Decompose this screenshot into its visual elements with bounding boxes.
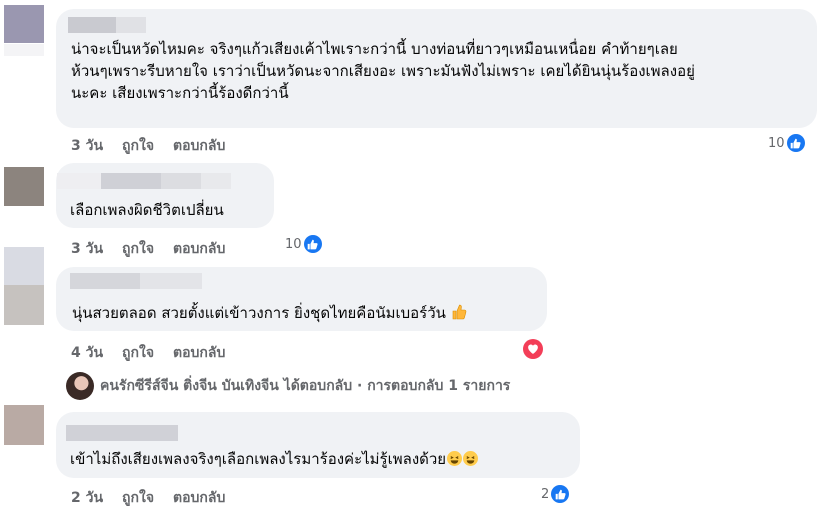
reply-button-4[interactable]: ตอบกลับ bbox=[173, 487, 225, 509]
reaction-count-4: 2 bbox=[541, 486, 550, 502]
laughing-emoji bbox=[463, 451, 479, 466]
laughing-emoji bbox=[447, 451, 463, 466]
comment-time-3[interactable]: 4 วัน bbox=[71, 342, 103, 364]
commenter-name-1[interactable] bbox=[68, 17, 146, 33]
reaction-count-2: 10 bbox=[285, 236, 302, 252]
comment-time-4[interactable]: 2 วัน bbox=[71, 487, 103, 509]
commenter-avatar-1[interactable] bbox=[4, 5, 44, 45]
reaction-summary-1[interactable]: 10 bbox=[768, 134, 805, 152]
comment-actions-1: 3 วัน ถูกใจ ตอบกลับ bbox=[71, 135, 225, 157]
reply-button-1[interactable]: ตอบกลับ bbox=[173, 135, 225, 157]
comment-text-4: เข้าไม่ถึงเสียงเพลงจริงๆเลือกเพลงไรมาร้อ… bbox=[70, 448, 479, 470]
love-icon bbox=[523, 339, 543, 359]
comment-actions-2: 3 วัน ถูกใจ ตอบกลับ bbox=[71, 238, 225, 260]
like-icon bbox=[786, 134, 805, 152]
like-button-1[interactable]: ถูกใจ bbox=[122, 135, 154, 157]
reply-button-2[interactable]: ตอบกลับ bbox=[173, 238, 225, 260]
like-button-4[interactable]: ถูกใจ bbox=[122, 487, 154, 509]
commenter-name-2[interactable] bbox=[57, 173, 231, 189]
comment-text-3: นุ่นสวยตลอด สวยตั้งแต่เข้าวงการ ยิ่งชุดไ… bbox=[72, 302, 467, 326]
commenter-name-3[interactable] bbox=[70, 273, 202, 289]
reaction-summary-3[interactable] bbox=[523, 339, 543, 359]
like-button-3[interactable]: ถูกใจ bbox=[122, 342, 154, 364]
comment-time-2[interactable]: 3 วัน bbox=[71, 238, 103, 260]
thumbs-up-emoji bbox=[451, 304, 467, 326]
like-icon bbox=[551, 485, 570, 503]
commenter-avatar-3[interactable] bbox=[4, 247, 44, 287]
comment-text-2: เลือกเพลงผิดชีวิตเปลี่ยน bbox=[70, 201, 224, 219]
comment-text-4-body: เข้าไม่ถึงเสียงเพลงจริงๆเลือกเพลงไรมาร้อ… bbox=[70, 450, 447, 468]
reaction-summary-2[interactable]: 10 bbox=[285, 235, 322, 253]
comment-actions-4: 2 วัน ถูกใจ ตอบกลับ bbox=[71, 487, 225, 509]
commenter-avatar-4[interactable] bbox=[4, 405, 44, 445]
like-icon bbox=[303, 235, 322, 253]
reaction-summary-4[interactable]: 2 bbox=[541, 485, 570, 503]
comment-text-3-body: นุ่นสวยตลอด สวยตั้งแต่เข้าวงการ ยิ่งชุดไ… bbox=[72, 304, 446, 322]
commenter-avatar-2[interactable] bbox=[4, 167, 44, 207]
like-button-2[interactable]: ถูกใจ bbox=[122, 238, 154, 260]
comment-text-1: น่าจะเป็นหวัดไหมคะ จริงๆแก้วเสียงเค้าไพเ… bbox=[71, 40, 695, 102]
commenter-name-4[interactable] bbox=[66, 425, 178, 441]
replier-avatar bbox=[66, 372, 94, 400]
reply-summary-text: คนรักซีรีส์จีน ติ่งจีน บันเทิงจีน ได้ตอบ… bbox=[100, 378, 511, 394]
reply-button-3[interactable]: ตอบกลับ bbox=[173, 342, 225, 364]
reaction-count-1: 10 bbox=[768, 135, 785, 151]
view-replies-link[interactable]: คนรักซีรีส์จีน ติ่งจีน บันเทิงจีน ได้ตอบ… bbox=[66, 372, 510, 400]
comment-actions-3: 4 วัน ถูกใจ ตอบกลับ bbox=[71, 342, 225, 364]
comment-time-1[interactable]: 3 วัน bbox=[71, 135, 103, 157]
